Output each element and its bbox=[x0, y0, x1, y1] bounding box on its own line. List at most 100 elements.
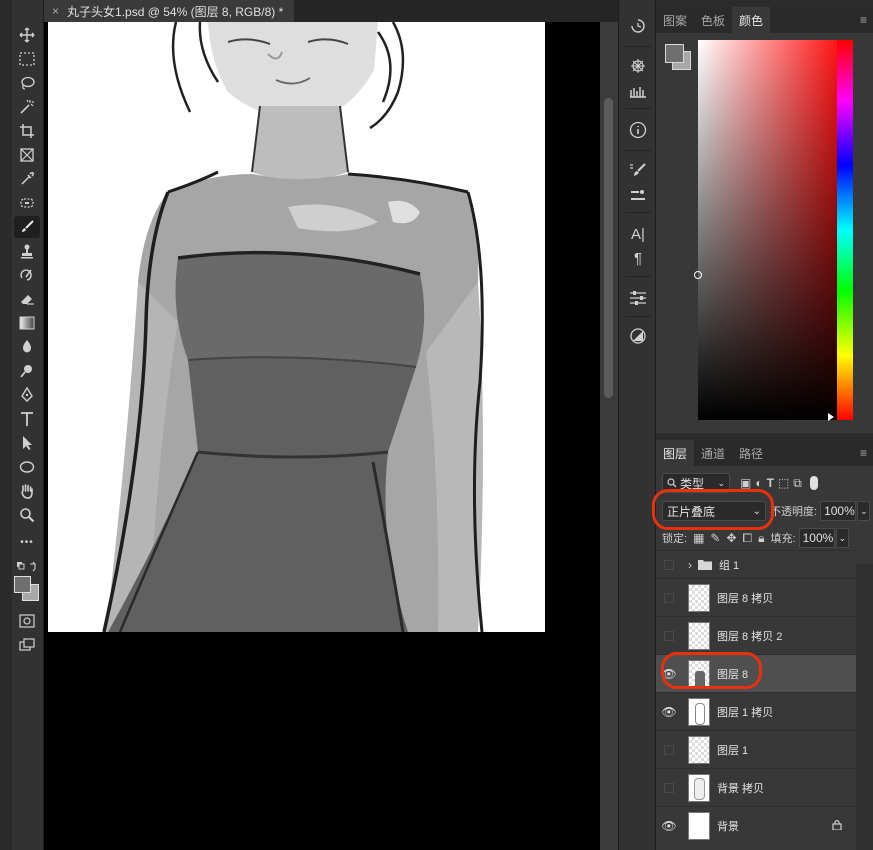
visibility-toggle[interactable] bbox=[656, 551, 682, 579]
color-panel-foreground-swatch[interactable] bbox=[665, 44, 684, 63]
color-panel-menu-icon[interactable]: ≡ bbox=[860, 13, 867, 27]
layer-row-8-copy[interactable]: 图层 8 拷贝 bbox=[656, 578, 856, 616]
filter-shape-icon[interactable]: ⬚ bbox=[778, 476, 789, 490]
eye-icon[interactable]: 👁 bbox=[656, 693, 682, 731]
lock-pixels-icon[interactable]: ✎ bbox=[710, 531, 720, 545]
zoom-tool-icon[interactable] bbox=[14, 504, 40, 526]
hand-tool-icon[interactable] bbox=[14, 480, 40, 502]
lock-position-icon[interactable]: ✥ bbox=[726, 531, 736, 545]
color-picker-cursor[interactable] bbox=[694, 271, 702, 279]
clone-source-icon[interactable] bbox=[625, 184, 651, 208]
filter-adjustment-icon[interactable]: ◐ bbox=[755, 476, 762, 490]
chevron-right-icon[interactable]: › bbox=[688, 558, 692, 572]
fill-dropdown-icon[interactable]: ⌄ bbox=[835, 528, 849, 548]
layers-panel-tabs: 图层 通道 路径 ≡ bbox=[656, 440, 873, 466]
toolbar-grip[interactable] bbox=[0, 0, 12, 850]
brush-presets-icon[interactable] bbox=[625, 80, 651, 104]
properties-panel-icon[interactable] bbox=[625, 324, 651, 348]
frame-tool-icon[interactable] bbox=[14, 144, 40, 166]
layer-name: 图层 1 bbox=[717, 744, 749, 757]
brush-settings-icon[interactable] bbox=[625, 54, 651, 78]
layer-name: 图层 8 拷贝 bbox=[717, 592, 774, 605]
adjustments-panel-icon[interactable] bbox=[625, 286, 651, 310]
layers-scrollbar[interactable] bbox=[856, 564, 873, 850]
dodge-tool-icon[interactable] bbox=[14, 360, 40, 382]
tools-panel: ••• bbox=[0, 0, 44, 850]
lock-transparent-icon[interactable]: ▦ bbox=[693, 531, 704, 545]
foreground-swatch[interactable] bbox=[14, 576, 31, 593]
eye-icon[interactable]: 👁 bbox=[656, 807, 682, 845]
marquee-tool-icon[interactable] bbox=[14, 48, 40, 70]
hue-slider-marker[interactable] bbox=[828, 413, 834, 421]
layer-row-1[interactable]: 图层 1 bbox=[656, 730, 856, 768]
layer-row-group-1[interactable]: › 组 1 bbox=[656, 550, 856, 578]
gradient-tool-icon[interactable] bbox=[14, 312, 40, 334]
saturation-brightness-field[interactable] bbox=[698, 40, 850, 420]
filter-smart-object-icon[interactable]: ⧉ bbox=[793, 476, 802, 491]
more-tools-icon[interactable]: ••• bbox=[14, 532, 40, 554]
layers-panel-menu-icon[interactable]: ≡ bbox=[860, 446, 867, 460]
path-selection-icon[interactable] bbox=[14, 432, 40, 454]
tab-color[interactable]: 颜色 bbox=[732, 7, 771, 33]
layer-row-background[interactable]: 👁 背景 bbox=[656, 806, 856, 844]
brush-panel-icon[interactable] bbox=[625, 158, 651, 182]
lock-label: 锁定: bbox=[662, 533, 688, 545]
ellipse-tool-icon[interactable] bbox=[14, 456, 40, 478]
tab-paths[interactable]: 路径 bbox=[732, 440, 770, 466]
filter-toggle[interactable] bbox=[809, 476, 818, 490]
filter-type-icon[interactable]: T bbox=[767, 476, 774, 490]
layer-row-8-copy-2[interactable]: 图层 8 拷贝 2 bbox=[656, 616, 856, 654]
artboard-image[interactable] bbox=[48, 22, 545, 632]
type-tool-icon[interactable] bbox=[14, 408, 40, 430]
clone-stamp-icon[interactable] bbox=[14, 240, 40, 262]
document-tab[interactable]: × 丸子头女1.psd @ 54% (图层 8, RGB/8) * bbox=[44, 0, 294, 22]
tab-swatches[interactable]: 色板 bbox=[694, 7, 732, 33]
brush-tool-icon[interactable] bbox=[14, 216, 40, 238]
visibility-toggle[interactable] bbox=[656, 769, 682, 807]
pen-tool-icon[interactable] bbox=[14, 384, 40, 406]
info-panel-icon[interactable] bbox=[625, 118, 651, 142]
screen-mode-icon[interactable] bbox=[14, 634, 40, 656]
opacity-dropdown-icon[interactable]: ⌄ bbox=[857, 501, 871, 521]
scrollbar-thumb[interactable] bbox=[604, 98, 613, 398]
visibility-toggle[interactable] bbox=[656, 579, 682, 617]
crop-tool-icon[interactable] bbox=[14, 120, 40, 142]
tab-patterns[interactable]: 图案 bbox=[656, 7, 694, 33]
close-tab-icon[interactable]: × bbox=[52, 4, 59, 18]
eraser-tool-icon[interactable] bbox=[14, 288, 40, 310]
swap-colors-icon[interactable] bbox=[14, 556, 40, 578]
filter-pixel-icon[interactable]: ▣ bbox=[740, 476, 751, 490]
visibility-toggle[interactable] bbox=[656, 617, 682, 655]
quick-mask-icon[interactable] bbox=[14, 610, 40, 632]
lock-artboard-icon[interactable]: ⧠ bbox=[743, 531, 753, 546]
visibility-off-box bbox=[664, 630, 674, 641]
lasso-tool-icon[interactable] bbox=[14, 72, 40, 94]
fill-input[interactable]: 100% bbox=[798, 528, 835, 548]
blend-mode-dropdown[interactable]: 正片叠底 ⌄ bbox=[662, 501, 766, 521]
magic-wand-icon[interactable] bbox=[14, 96, 40, 118]
hue-slider[interactable] bbox=[837, 40, 853, 420]
layer-filter-dropdown[interactable]: 类型 ⌄ bbox=[662, 473, 730, 493]
layer-row-8[interactable]: 👁 图层 8 bbox=[656, 654, 856, 692]
paragraph-panel-icon[interactable]: ¶ bbox=[625, 246, 651, 270]
opacity-input[interactable]: 100% bbox=[820, 501, 857, 521]
healing-brush-icon[interactable] bbox=[14, 192, 40, 214]
eyedropper-tool-icon[interactable] bbox=[14, 168, 40, 190]
move-tool-icon[interactable] bbox=[14, 24, 40, 46]
tab-layers[interactable]: 图层 bbox=[656, 440, 695, 466]
tab-channels[interactable]: 通道 bbox=[694, 440, 732, 466]
history-brush-icon[interactable] bbox=[14, 264, 40, 286]
eye-icon[interactable]: 👁 bbox=[656, 655, 682, 693]
blur-tool-icon[interactable] bbox=[14, 336, 40, 358]
layer-row-1-copy[interactable]: 👁 图层 1 拷贝 bbox=[656, 692, 856, 730]
canvas-area[interactable] bbox=[44, 22, 600, 850]
visibility-toggle[interactable] bbox=[656, 731, 682, 769]
canvas-vertical-scrollbar[interactable] bbox=[600, 22, 618, 850]
layer-thumbnail bbox=[688, 659, 710, 688]
document-title: 丸子头女1.psd @ 54% (图层 8, RGB/8) * bbox=[67, 4, 284, 19]
history-panel-icon[interactable] bbox=[625, 14, 651, 38]
lock-all-icon[interactable]: 🔒︎ bbox=[758, 531, 764, 546]
layer-row-background-copy[interactable]: 背景 拷贝 bbox=[656, 768, 856, 806]
character-panel-icon[interactable]: A| bbox=[625, 222, 651, 246]
color-swatches[interactable] bbox=[14, 576, 40, 602]
